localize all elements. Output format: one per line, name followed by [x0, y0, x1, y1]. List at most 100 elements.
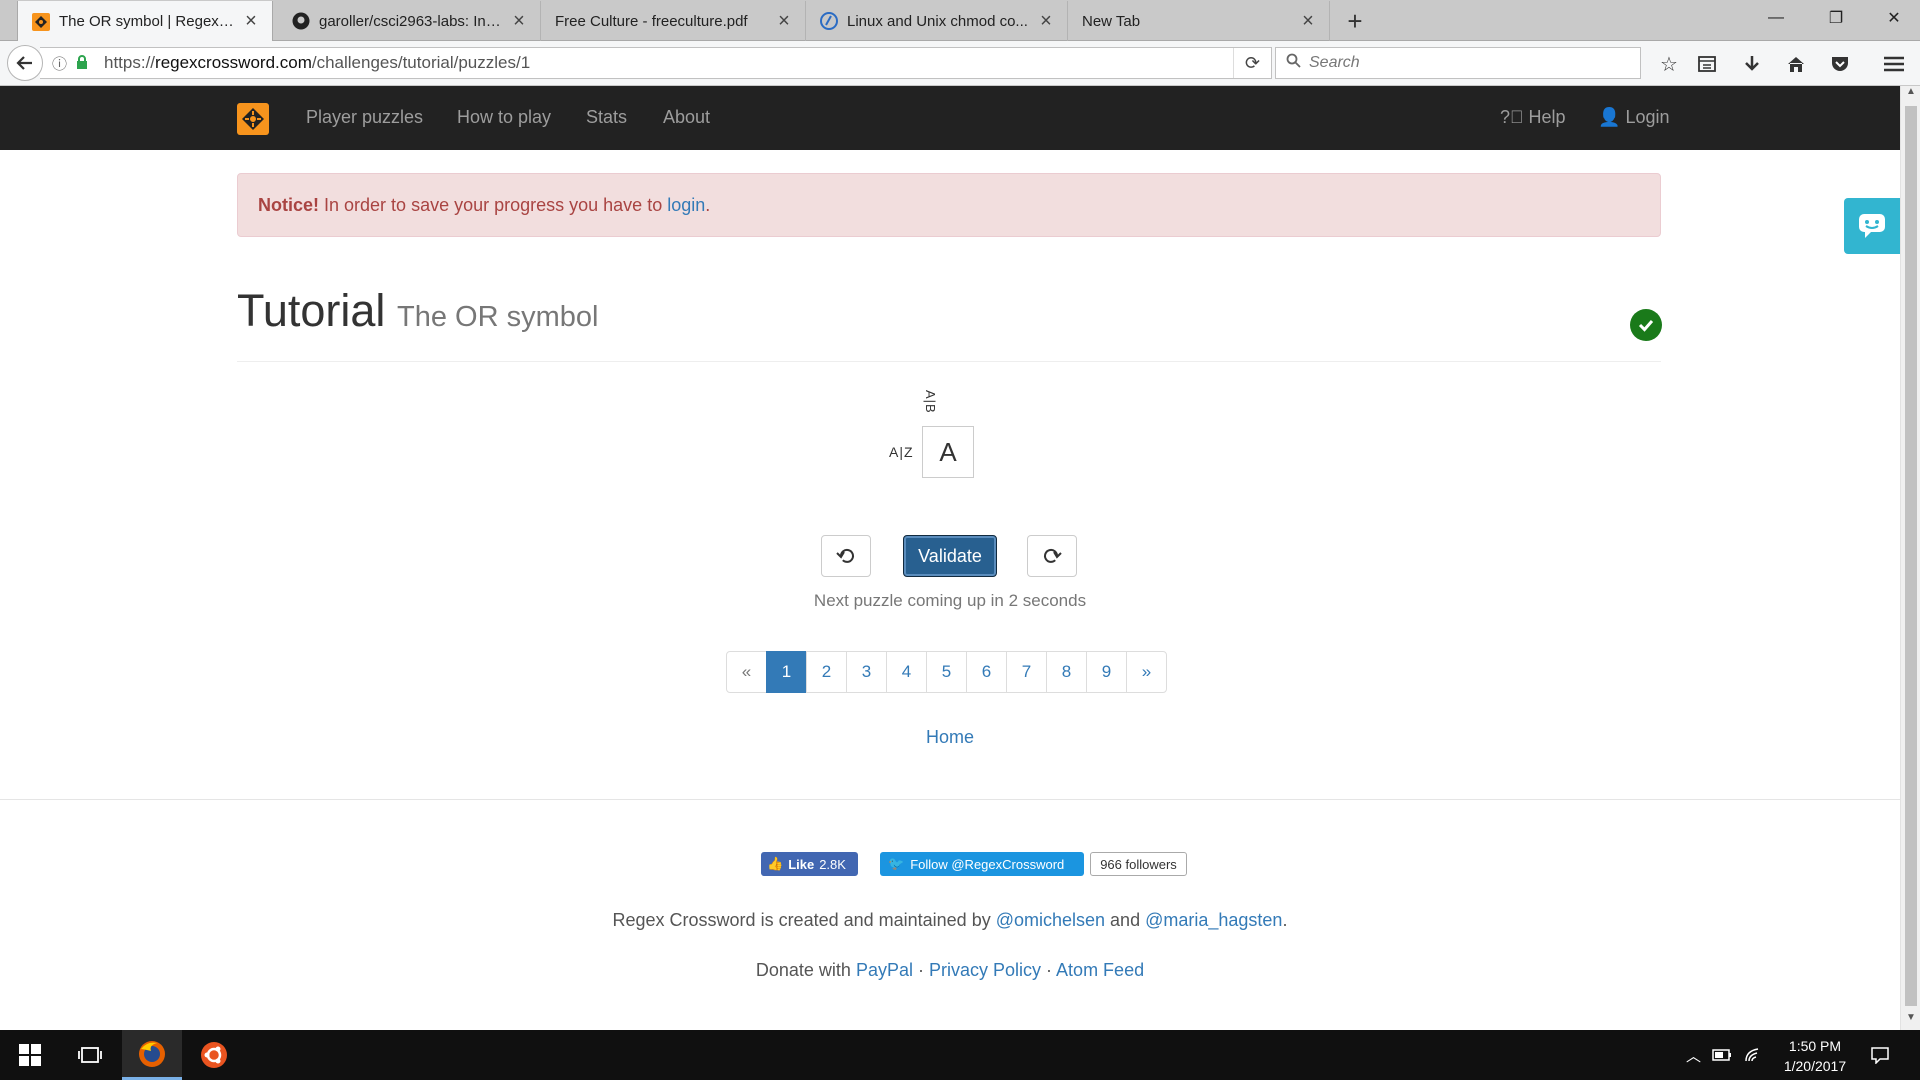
page-1[interactable]: 1 — [766, 651, 807, 693]
notice-login-link[interactable]: login — [667, 195, 705, 215]
puzzle-pagination: « 1 2 3 4 5 6 7 8 9 » — [726, 651, 1167, 693]
twitter-follow-button[interactable]: 🐦 Follow @RegexCrossword — [880, 852, 1084, 876]
nav-stats[interactable]: Stats — [586, 107, 627, 128]
github-favicon-icon — [292, 12, 310, 30]
nav-about[interactable]: About — [663, 107, 710, 128]
tab-new-tab[interactable]: New Tab × — [1068, 1, 1330, 41]
info-icon[interactable]: ⓘ — [52, 53, 72, 74]
battery-icon[interactable] — [1712, 1030, 1732, 1080]
back-arrow-icon[interactable] — [7, 45, 43, 81]
browser-tab-bar: The OR symbol | Regex Cr... × garoller/c… — [0, 0, 1920, 42]
page-8[interactable]: 8 — [1046, 651, 1087, 693]
taskbar-clock[interactable]: 1:50 PM 1/20/2017 — [1770, 1036, 1860, 1076]
page-4[interactable]: 4 — [886, 651, 927, 693]
user-icon: 👤 — [1598, 107, 1621, 127]
chmod-favicon-icon — [820, 12, 838, 30]
reading-list-icon[interactable] — [1694, 51, 1720, 77]
facebook-like-button[interactable]: 👍 Like 2.8K — [761, 852, 858, 876]
puzzle-cell[interactable]: A — [922, 426, 974, 478]
regex-crossword-favicon-icon — [32, 12, 50, 31]
footer-links: Donate with PayPal · Privacy Policy · At… — [755, 960, 1145, 980]
clock-time: 1:50 PM — [1788, 1038, 1842, 1054]
tab-close-icon[interactable]: × — [510, 10, 528, 33]
author-omichelsen-link[interactable]: @omichelsen — [996, 910, 1105, 930]
tab-label: Linux and Unix chmod co... — [847, 12, 1028, 30]
validate-button[interactable]: Validate — [903, 535, 997, 577]
privacy-policy-link[interactable]: Privacy Policy — [929, 960, 1041, 980]
solved-check-icon — [1630, 309, 1662, 341]
tab-label: The OR symbol | Regex Cr... — [59, 13, 234, 30]
chat-widget-button[interactable] — [1844, 198, 1900, 254]
tab-free-culture[interactable]: Free Culture - freeculture.pdf × — [541, 1, 806, 41]
page-scrollbar[interactable]: ▲ ▼ — [1900, 86, 1920, 1030]
nav-player-puzzles[interactable]: Player puzzles — [306, 107, 423, 128]
scroll-up-icon[interactable]: ▲ — [1901, 86, 1920, 104]
page-2[interactable]: 2 — [806, 651, 847, 693]
window-close-icon[interactable]: ✕ — [1866, 0, 1920, 35]
new-tab-plus-icon[interactable]: + — [1340, 6, 1370, 37]
reload-icon[interactable]: ⟳ — [1233, 48, 1271, 78]
wifi-icon[interactable] — [1744, 1030, 1762, 1080]
hamburger-menu-icon[interactable] — [1881, 51, 1907, 77]
help-icon: ?⃝ — [1500, 107, 1524, 127]
pocket-icon[interactable] — [1827, 51, 1853, 77]
search-input[interactable]: Search — [1275, 47, 1641, 79]
paypal-link[interactable]: PayPal — [856, 960, 913, 980]
tab-github[interactable]: garoller/csci2963-labs: Int... × — [278, 1, 541, 41]
tab-regex-crossword[interactable]: The OR symbol | Regex Cr... × — [17, 1, 273, 42]
download-icon[interactable] — [1739, 51, 1765, 77]
page-7[interactable]: 7 — [1006, 651, 1047, 693]
nav-how-to-play[interactable]: How to play — [457, 107, 551, 128]
scrollbar-thumb[interactable] — [1905, 106, 1917, 1006]
author-maria-link[interactable]: @maria_hagsten — [1145, 910, 1282, 930]
tab-chmod[interactable]: Linux and Unix chmod co... × — [806, 1, 1068, 41]
site-logo[interactable] — [237, 103, 269, 135]
column-clue: A|B — [923, 390, 938, 414]
minimize-icon[interactable]: — — [1748, 0, 1804, 35]
tab-close-icon[interactable]: × — [1299, 10, 1317, 33]
nav-help[interactable]: ?⃝ Help — [1500, 107, 1566, 128]
tab-label: Free Culture - freeculture.pdf — [555, 12, 748, 30]
page-6[interactable]: 6 — [966, 651, 1007, 693]
nav-login[interactable]: 👤 Login — [1598, 107, 1669, 128]
atom-feed-link[interactable]: Atom Feed — [1056, 960, 1144, 980]
twitter-bird-icon: 🐦 — [888, 856, 905, 871]
redo-icon — [1044, 548, 1062, 563]
redo-button[interactable] — [1027, 535, 1077, 577]
url-bar[interactable]: ⓘ https://regexcrossword.com/challenges/… — [40, 47, 1272, 79]
notice-text: In order to save your progress you have … — [319, 195, 668, 215]
tab-close-icon[interactable]: × — [242, 10, 260, 33]
tab-close-icon[interactable]: × — [775, 10, 793, 33]
thumbs-up-icon: 👍 — [767, 856, 784, 871]
page-9[interactable]: 9 — [1086, 651, 1127, 693]
twitter-follower-count[interactable]: 966 followers — [1090, 852, 1187, 876]
page-next[interactable]: » — [1126, 651, 1167, 693]
site-header: Player puzzles How to play Stats About ?… — [0, 86, 1900, 150]
notifications-icon[interactable] — [1870, 1030, 1890, 1080]
page-5[interactable]: 5 — [926, 651, 967, 693]
task-view-icon[interactable] — [60, 1030, 120, 1080]
undo-icon — [836, 548, 854, 563]
title-divider — [237, 361, 1661, 362]
footer-credits: Regex Crossword is created and maintaine… — [612, 910, 1288, 930]
undo-button[interactable] — [821, 535, 871, 577]
windows-start-icon[interactable] — [0, 1030, 60, 1080]
notice-end: . — [705, 195, 711, 215]
bookmark-star-icon[interactable]: ☆ — [1656, 51, 1682, 77]
login-notice: Notice! In order to save your progress y… — [237, 173, 1661, 237]
tab-close-icon[interactable]: × — [1037, 10, 1055, 33]
chat-icon — [1859, 214, 1885, 238]
tab-label: New Tab — [1082, 12, 1141, 30]
home-icon[interactable] — [1783, 51, 1809, 77]
scroll-down-icon[interactable]: ▼ — [1901, 1012, 1920, 1030]
tray-chevron-icon[interactable]: ︿ — [1686, 1030, 1701, 1080]
page-3[interactable]: 3 — [846, 651, 887, 693]
home-link[interactable]: Home — [0, 727, 1900, 748]
ubuntu-taskbar-icon[interactable] — [184, 1030, 244, 1080]
windows-taskbar: ︿ 1:50 PM 1/20/2017 — [0, 1030, 1920, 1080]
url-text: https://regexcrossword.com/challenges/tu… — [104, 53, 531, 72]
restore-icon[interactable]: ❐ — [1808, 0, 1864, 35]
page-prev[interactable]: « — [726, 651, 767, 693]
firefox-taskbar-icon[interactable] — [122, 1030, 182, 1080]
page-subtitle: The OR symbol — [397, 301, 599, 333]
